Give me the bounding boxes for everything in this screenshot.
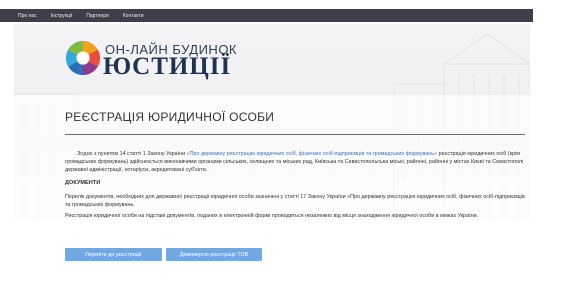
page-title: РЕЄСТРАЦІЯ ЮРИДИЧНОЇ ОСОБИ bbox=[65, 110, 275, 124]
documents-paragraph: Перелік документів, необхідних для держа… bbox=[65, 194, 525, 208]
brand-line-main: ЮСТИЦІЇ bbox=[103, 53, 232, 80]
justice-logo-icon bbox=[65, 40, 101, 76]
intro-text-prefix: Згідно з пунктом 14 статті 1 Закону Укра… bbox=[77, 151, 186, 157]
demo-registration-button[interactable]: Демоверсія реєстрації ТОВ bbox=[166, 248, 262, 261]
intro-paragraph: Згідно з пунктом 14 статті 1 Закону Укра… bbox=[65, 150, 527, 174]
go-to-registration-button[interactable]: Перейти до реєстрації bbox=[65, 248, 162, 261]
nav-item-contacts[interactable]: Контакти bbox=[123, 13, 144, 19]
nav-item-about[interactable]: Про нас bbox=[18, 13, 37, 19]
documents-heading: ДОКУМЕНТИ bbox=[65, 180, 101, 186]
nav-item-partners[interactable]: Партнери bbox=[86, 13, 108, 19]
top-nav: Про нас Інструкції Партнери Контакти bbox=[0, 9, 533, 22]
electronic-registration-paragraph: Реєстрація юридичної особи на підставі д… bbox=[65, 213, 479, 219]
nav-item-instructions[interactable]: Інструкції bbox=[51, 13, 73, 19]
title-divider bbox=[65, 134, 525, 135]
law-link[interactable]: «Про державну реєстрацію юридичних осіб,… bbox=[187, 151, 437, 157]
